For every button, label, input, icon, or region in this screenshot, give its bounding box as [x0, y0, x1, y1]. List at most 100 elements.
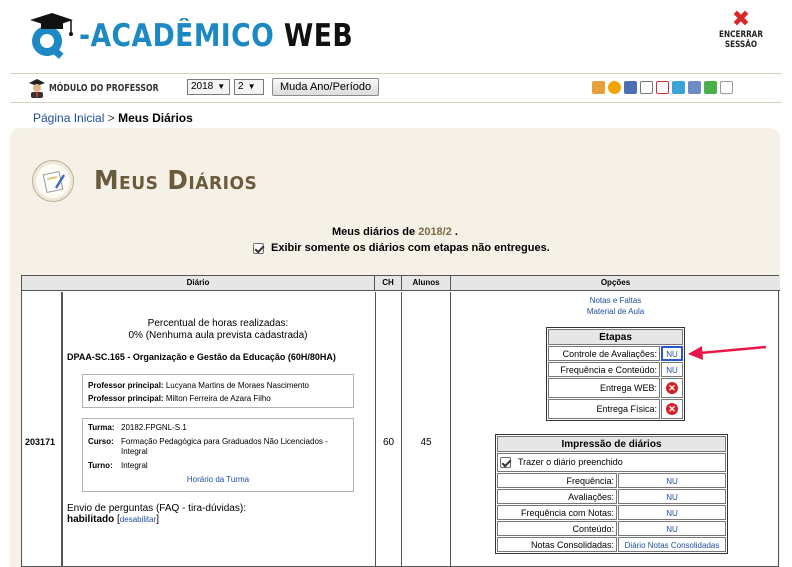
grades-attendance-link[interactable]: Notas e Faltas [451, 295, 780, 306]
chart-icon[interactable] [704, 81, 717, 94]
professor-row: Professor principal: Lucyana Martins de … [88, 381, 309, 390]
impressao-label: Conteúdo: [497, 521, 617, 536]
table-row: Frequência com Notas: NU [497, 505, 726, 520]
class-material-link[interactable]: Material de Aula [451, 306, 780, 317]
options-cell: Notas e Faltas Material de Aula Etapas C… [451, 292, 780, 567]
trazer-option: Trazer o diário preenchido [497, 453, 726, 472]
logo-text: -ACADÊMICO WEB [79, 18, 354, 54]
diaries-table: Diário CH Alunos Opções 203171 Percentua… [21, 275, 780, 567]
table-row: Entrega Física: ✕ [548, 399, 683, 419]
class-info-box: Turma: 20182.FPGNL-S.1 Curso: Formação Ped… [82, 418, 354, 492]
grid-icon[interactable] [672, 81, 685, 94]
page-root: -ACADÊMICO WEB ✖ ENCERRAR SESSÃO MÓDULO … [0, 0, 792, 567]
etapa-value-cell: ✕ [661, 378, 683, 398]
breadcrumb-current: Meus Diários [118, 111, 193, 125]
etapa-value[interactable]: NU [666, 366, 678, 375]
etapa-label: Entrega Física: [548, 399, 660, 419]
impressao-title: Impressão de diários [497, 436, 726, 452]
period-value: 2 [238, 81, 244, 92]
discipline-title: DPAA-SC.165 - Organização e Gestão da Ed… [67, 352, 336, 362]
impressao-link[interactable]: Diário Notas Consolidadas [625, 541, 720, 550]
filter-label: Exibir somente os diários com etapas não… [271, 242, 550, 254]
delete-icon[interactable]: ✕ [666, 382, 678, 394]
tools-icon[interactable] [688, 81, 701, 94]
diary-code: 203171 [25, 437, 56, 447]
table-row: Frequência e Conteúdo: NU [548, 362, 683, 377]
breadcrumb-home[interactable]: Página Inicial [33, 111, 104, 125]
etapa-label: Entrega WEB: [548, 378, 660, 398]
etapa-label: Controle de Avaliações: [548, 346, 660, 361]
table-row-code-cell: 203171 [22, 292, 62, 567]
turno-row: Turno: Integral [88, 461, 148, 470]
etapa-value-cell: ✕ [661, 399, 683, 419]
calendar-icon[interactable] [656, 81, 669, 94]
diarios-prefix: Meus diários de [332, 226, 416, 238]
faq-label: Envio de perguntas (FAQ - tira-dúvidas): [67, 503, 246, 514]
impressao-link[interactable]: NU [666, 493, 678, 502]
logout-label-2: SESSÃO [724, 40, 758, 50]
toolbar-icons [592, 81, 733, 94]
diarios-period-line: Meus diários de 2018/2 . [10, 226, 780, 238]
impressao-link[interactable]: NU [666, 509, 678, 518]
chevron-down-icon: ▼ [247, 82, 256, 91]
diarios-period: 2018/2 [418, 226, 452, 238]
trazer-checkbox[interactable] [500, 457, 511, 469]
faq-bracket-close: ] [156, 514, 160, 525]
diary-info-cell: Percentual de horas realizadas: 0% (Nenh… [62, 292, 374, 567]
change-period-button[interactable]: Muda Ano/Período [272, 78, 380, 96]
app-logo[interactable]: -ACADÊMICO WEB [27, 10, 398, 62]
breadcrumb: Página Inicial > Meus Diários [33, 111, 193, 125]
chevron-down-icon: ▼ [217, 82, 226, 91]
notes-icon[interactable] [720, 81, 733, 94]
etapa-label: Frequência e Conteúdo: [548, 362, 660, 377]
year-value: 2018 [191, 81, 214, 92]
delete-icon[interactable]: ✕ [666, 403, 678, 415]
table-row: Notas Consolidadas: Diário Notas Consoli… [497, 537, 726, 552]
turma-row: Turma: 20182.FPGNL-S.1 [88, 423, 187, 432]
perc-line-2: 0% (Nenhuma aula prevista cadastrada) [128, 330, 308, 341]
impressao-label: Frequência com Notas: [497, 505, 617, 520]
toolbar: MÓDULO DO PROFESSOR 2018 ▼ 2 ▼ Muda Ano/… [10, 73, 782, 103]
clock-icon[interactable] [608, 81, 621, 94]
pen-icon[interactable] [624, 81, 637, 94]
options-links: Notas e Faltas Material de Aula [451, 295, 780, 317]
lock-icon[interactable] [592, 81, 605, 94]
professors-box: Professor principal: Lucyana Martins de … [82, 374, 354, 408]
logout-label-1: ENCERRAR [719, 30, 763, 40]
logout-button[interactable]: ✖ ENCERRAR SESSÃO [716, 7, 766, 51]
logo-graduation-icon [27, 11, 77, 61]
faq-status-value: habilitado [67, 514, 115, 525]
diarios-suffix: . [454, 226, 458, 238]
document-icon[interactable] [640, 81, 653, 94]
alunos-value: 45 [420, 437, 432, 448]
etapa-value[interactable]: NU [666, 350, 678, 359]
table-row: Avaliações: NU [497, 489, 726, 504]
breadcrumb-separator: > [107, 111, 115, 125]
faq-disable-link[interactable]: desabilitar [120, 515, 156, 524]
perc-line-1: Percentual de horas realizadas: [147, 318, 289, 329]
filter-option: Exibir somente os diários com etapas não… [253, 242, 550, 254]
diary-icon [32, 160, 74, 202]
etapa-value-cell[interactable]: NU [661, 362, 683, 377]
professor-row: Professor principal: Milton Ferreira de … [88, 394, 271, 403]
filter-checkbox[interactable] [253, 242, 264, 254]
header-diario: Diário [22, 276, 375, 291]
header-opcoes: Opções [451, 276, 780, 291]
impressao-link[interactable]: NU [666, 477, 678, 486]
annotation-arrow-icon [688, 345, 767, 360]
impressao-link[interactable]: NU [666, 525, 678, 534]
period-select[interactable]: 2 ▼ [234, 79, 264, 95]
ch-value: 60 [382, 437, 395, 448]
etapa-value-cell[interactable]: NU [661, 346, 683, 361]
impressao-table: Impressão de diários Trazer o diário pre… [495, 434, 728, 554]
module-indicator: MÓDULO DO PROFESSOR [28, 78, 190, 98]
module-label: MÓDULO DO PROFESSOR [49, 82, 159, 94]
table-row: Entrega WEB: ✕ [548, 378, 683, 398]
etapas-title: Etapas [548, 329, 683, 345]
hours-percentage: Percentual de horas realizadas: 0% (Nenh… [62, 318, 374, 342]
close-icon: ✖ [731, 7, 751, 32]
impressao-label: Frequência: [497, 473, 617, 488]
professor-icon [29, 79, 45, 98]
year-select[interactable]: 2018 ▼ [187, 79, 230, 95]
class-schedule-link[interactable]: Horário da Turma [88, 475, 348, 484]
